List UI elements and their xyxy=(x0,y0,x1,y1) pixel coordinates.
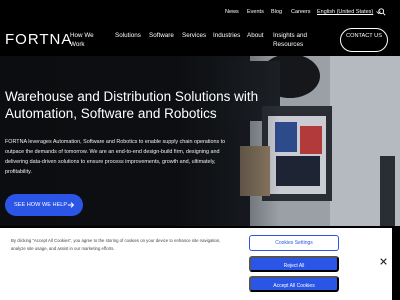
hero-description: FORTNA leverages Automation, Software an… xyxy=(5,139,226,175)
see-how-we-help-button[interactable]: SEE HOW WE HELP xyxy=(5,194,83,216)
cta-label: SEE HOW WE HELP xyxy=(14,202,68,208)
nav-software[interactable]: Software xyxy=(149,31,174,40)
language-label: English (United States) xyxy=(317,9,374,15)
careers-link[interactable]: Careers xyxy=(291,9,311,15)
nav-insights[interactable]: Insights and Resources xyxy=(273,31,319,49)
news-link[interactable]: News xyxy=(225,9,239,15)
language-selector[interactable]: English (United States) xyxy=(317,9,382,15)
scrollbar-track[interactable] xyxy=(392,228,400,300)
nav-solutions[interactable]: Solutions xyxy=(115,31,141,40)
nav-how-we-work[interactable]: How We Work xyxy=(70,31,106,49)
blog-link[interactable]: Blog xyxy=(271,9,282,15)
cookies-settings-button[interactable]: Cookies Settings xyxy=(249,235,339,251)
search-icon[interactable] xyxy=(378,8,386,16)
utility-bar: News Events Blog Careers English (United… xyxy=(0,0,400,24)
contact-us-button[interactable]: CONTACT US xyxy=(340,28,388,52)
hero-headline: Warehouse and Distribution Solutions wit… xyxy=(5,89,259,121)
accept-all-cookies-button[interactable]: Accept All Cookies xyxy=(249,276,339,292)
cookie-banner: By clicking “Accept All Cookies”, you ag… xyxy=(0,228,392,300)
fortna-logo[interactable]: FORTNA xyxy=(5,31,72,48)
arrow-right-icon xyxy=(67,202,75,208)
events-link[interactable]: Events xyxy=(247,9,264,15)
nav-industries[interactable]: Industries xyxy=(213,31,240,40)
nav-about[interactable]: About xyxy=(247,31,263,40)
reject-all-button[interactable]: Reject All xyxy=(249,256,339,272)
close-icon[interactable] xyxy=(380,258,387,265)
nav-services[interactable]: Services xyxy=(182,31,206,40)
cookie-notice-text: By clicking “Accept All Cookies”, you ag… xyxy=(11,238,221,251)
